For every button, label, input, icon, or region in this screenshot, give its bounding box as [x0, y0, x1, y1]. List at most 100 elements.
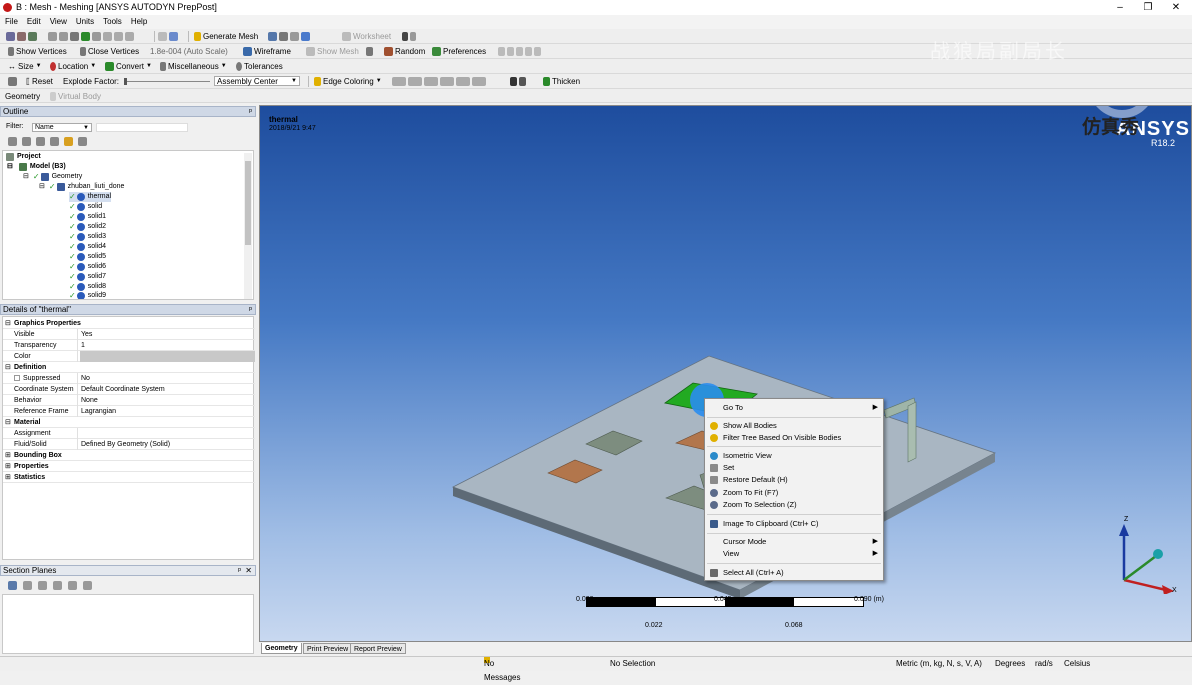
plane-tool-icon[interactable]	[68, 581, 77, 590]
detail-row-assignment[interactable]: Assignment	[3, 428, 255, 439]
menu-item-select-all[interactable]: Select All (Ctrl+ A)	[705, 567, 883, 579]
tree-tool-icon[interactable]	[36, 137, 45, 146]
tool-icon[interactable]	[70, 32, 79, 41]
menu-tools[interactable]: Tools	[99, 15, 126, 29]
generate-mesh-button[interactable]: Generate Mesh	[194, 32, 258, 41]
edge-tool-icon[interactable]	[424, 77, 438, 86]
tree-body-solid6[interactable]: ✓ solid6	[69, 262, 106, 272]
edge-tool-icon[interactable]	[408, 77, 422, 86]
collapse-icon[interactable]: ⊟	[5, 362, 11, 373]
detail-row-fluid-solid[interactable]: Fluid/Solid Defined By Geometry (Solid)	[3, 439, 255, 450]
restore-button[interactable]: ❐	[1134, 0, 1162, 15]
detail-row-suppressed[interactable]: Suppressed No	[3, 373, 255, 384]
menu-item-zoom-to-fit[interactable]: Zoom To Fit (F7)	[705, 487, 883, 499]
miscellaneous-dropdown[interactable]: Miscellaneous ▼	[160, 62, 227, 71]
tree-geometry[interactable]: ⊟ ✓ Geometry	[23, 172, 82, 182]
menu-file[interactable]: File	[1, 15, 22, 29]
menu-units[interactable]: Units	[72, 15, 98, 29]
tool-icon[interactable]	[534, 47, 541, 56]
tree-body-solid7[interactable]: ✓ solid7	[69, 272, 106, 282]
detail-row-behavior[interactable]: Behavior None	[3, 395, 255, 406]
plane-tool-icon[interactable]	[53, 581, 62, 590]
collapse-icon[interactable]: ⊟	[5, 417, 11, 428]
section-definition[interactable]: ⊟ Definition	[3, 362, 255, 373]
tool-icon[interactable]	[410, 32, 416, 41]
tolerances-button[interactable]: Tolerances	[236, 62, 283, 71]
collapse-icon[interactable]: ⊟	[7, 162, 13, 172]
tool-icon[interactable]	[301, 32, 310, 41]
tool-icon[interactable]	[268, 32, 277, 41]
worksheet-button[interactable]: Worksheet	[342, 32, 391, 41]
explode-factor-slider[interactable]	[124, 77, 210, 86]
tool-icon[interactable]	[525, 47, 532, 56]
tool-icon[interactable]	[28, 32, 37, 41]
auto-scale-dropdown[interactable]: 1.8e-004 (Auto Scale)▼	[150, 47, 250, 56]
close-button[interactable]: ✕	[1162, 0, 1190, 15]
plane-tool-icon[interactable]	[83, 581, 92, 590]
detail-row-color[interactable]: Color	[3, 351, 255, 362]
menu-item-view[interactable]: View ▶	[705, 548, 883, 560]
tool-icon[interactable]	[169, 32, 178, 41]
collapse-icon[interactable]: ⊟	[5, 318, 11, 329]
menu-item-show-all-bodies[interactable]: Show All Bodies	[705, 420, 883, 432]
detail-value[interactable]: Lagrangian	[80, 406, 255, 417]
tool-icon[interactable]	[510, 77, 517, 86]
fin-post[interactable]	[907, 401, 917, 463]
menu-item-cursor-mode[interactable]: Cursor Mode ▶	[705, 536, 883, 548]
scrollbar-thumb[interactable]	[245, 161, 251, 245]
tool-icon[interactable]	[366, 47, 373, 56]
convert-dropdown[interactable]: Convert ▼	[105, 62, 152, 71]
tree-tool-icon[interactable]	[50, 137, 59, 146]
tab-geometry[interactable]: Geometry	[261, 643, 302, 654]
edge-tool-icon[interactable]	[392, 77, 406, 86]
detail-value[interactable]: 1	[80, 340, 255, 351]
tree-tool-icon[interactable]	[78, 137, 87, 146]
plane-tool-icon[interactable]	[23, 581, 32, 590]
tool-icon[interactable]	[519, 77, 526, 86]
expand-icon[interactable]: ⊞	[5, 450, 11, 461]
wireframe-button[interactable]: Wireframe	[243, 47, 291, 56]
rads-status[interactable]: rad/s	[1035, 657, 1053, 671]
menu-item-zoom-to-selection[interactable]: Zoom To Selection (Z)	[705, 499, 883, 511]
detail-row-transparency[interactable]: Transparency 1	[3, 340, 255, 351]
copy-icon[interactable]	[48, 32, 57, 41]
menu-edit[interactable]: Edit	[23, 15, 45, 29]
menu-item-set[interactable]: Set	[705, 462, 883, 474]
paste-icon[interactable]	[59, 32, 68, 41]
close-icon[interactable]: ✕	[245, 566, 252, 576]
detail-row-reference-frame[interactable]: Reference Frame Lagrangian	[3, 406, 255, 417]
filter-input[interactable]	[96, 123, 188, 132]
section-material[interactable]: ⊟ Material	[3, 417, 255, 428]
degrees-status[interactable]: Degrees	[995, 657, 1025, 671]
location-dropdown[interactable]: Location ▼	[50, 62, 96, 71]
section-properties[interactable]: ⊞ Properties	[3, 461, 255, 472]
reset-button[interactable]: ⟦ Reset	[26, 77, 53, 86]
tool-icon[interactable]	[125, 32, 134, 41]
tool-icon[interactable]	[279, 32, 288, 41]
folder-icon[interactable]	[64, 137, 73, 146]
tool-icon[interactable]	[114, 32, 123, 41]
close-vertices-button[interactable]: Close Vertices	[80, 47, 139, 56]
tab-report-preview[interactable]: Report Preview	[350, 643, 406, 654]
menu-item-image-to-clipboard[interactable]: Image To Clipboard (Ctrl+ C)	[705, 518, 883, 530]
virtual-body-button[interactable]: Virtual Body	[50, 92, 101, 101]
collapse-icon[interactable]: ⊟	[39, 182, 45, 192]
tree-body-solid5[interactable]: ✓ solid5	[69, 252, 106, 262]
tree-body-solid2[interactable]: ✓ solid2	[69, 222, 106, 232]
delete-icon[interactable]	[38, 581, 47, 590]
show-vertices-button[interactable]: Show Vertices	[8, 47, 67, 56]
assembly-center-select[interactable]: Assembly Center ▼	[214, 76, 300, 86]
detail-value[interactable]: Defined By Geometry (Solid)	[80, 439, 255, 450]
menu-help[interactable]: Help	[127, 15, 151, 29]
minimize-button[interactable]: –	[1106, 0, 1134, 15]
tab-print-preview[interactable]: Print Preview	[303, 643, 353, 654]
expand-icon[interactable]: ⊞	[5, 472, 11, 483]
menu-item-isometric-view[interactable]: Isometric View	[705, 450, 883, 462]
tree-tool-icon[interactable]	[8, 137, 17, 146]
slider-handle[interactable]	[124, 78, 127, 85]
tool-icon[interactable]	[507, 47, 514, 56]
detail-value[interactable]: Yes	[80, 329, 255, 340]
menu-item-filter-tree[interactable]: Filter Tree Based On Visible Bodies	[705, 432, 883, 444]
tree-project[interactable]: Project	[6, 152, 41, 162]
tree-body-solid1[interactable]: ✓ solid1	[69, 212, 106, 222]
